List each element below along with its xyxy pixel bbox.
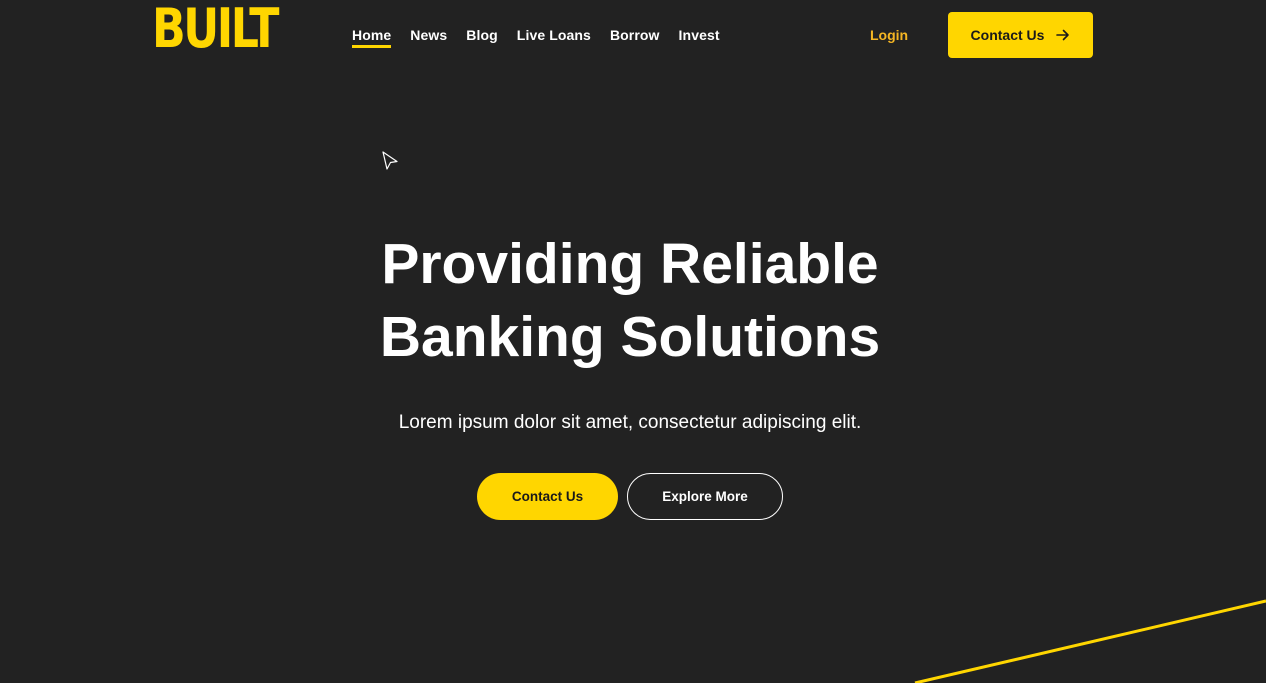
nav-item-home[interactable]: Home bbox=[352, 24, 392, 48]
hero-title-line-2: Banking Solutions bbox=[379, 305, 881, 369]
header-contact-button[interactable]: Contact Us bbox=[948, 12, 1093, 58]
explore-more-button[interactable]: Explore More bbox=[627, 473, 783, 520]
hero-title: Providing Reliable Banking Solutions bbox=[0, 228, 1260, 374]
hero-contact-label: Contact Us bbox=[511, 489, 584, 504]
brand-logo[interactable]: BUILT bbox=[152, 0, 279, 60]
explore-more-label: Explore More bbox=[662, 489, 748, 504]
nav-item-borrow[interactable]: Borrow bbox=[610, 24, 660, 46]
hero-subtitle: Lorem ipsum dolor sit amet, consectetur … bbox=[398, 412, 862, 433]
header-contact-label: Contact Us bbox=[970, 27, 1045, 43]
nav-item-blog[interactable]: Blog bbox=[466, 24, 498, 46]
nav-item-live-loans[interactable]: Live Loans bbox=[517, 24, 591, 46]
hero-title-line-1: Providing Reliable bbox=[381, 232, 879, 296]
nav-item-invest[interactable]: Invest bbox=[679, 24, 720, 46]
main-nav: Home News Blog Live Loans Borrow Invest bbox=[352, 24, 739, 48]
mouse-pointer-icon bbox=[382, 151, 398, 170]
arrow-right-icon bbox=[1056, 29, 1070, 41]
nav-item-news[interactable]: News bbox=[410, 24, 447, 46]
login-link[interactable]: Login bbox=[870, 24, 908, 46]
hero-contact-button[interactable]: Contact Us bbox=[477, 473, 618, 520]
